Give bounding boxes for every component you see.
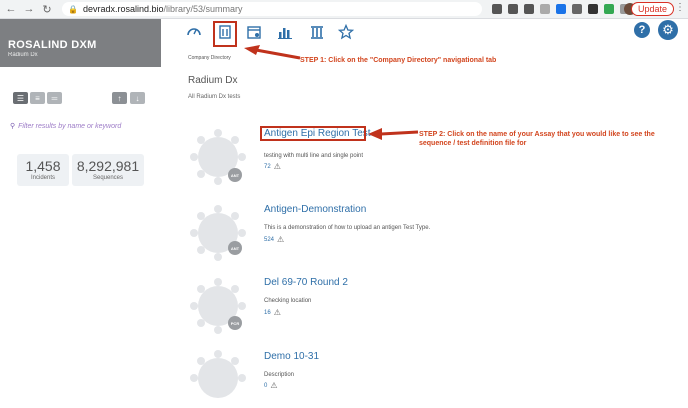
- list-view-button[interactable]: ☰: [13, 92, 28, 104]
- stat-incidents: 1,458 Incidents: [17, 154, 69, 186]
- step2-callout: STEP 2: Click on the name of your Assay …: [419, 131, 655, 148]
- gauge-icon: [187, 28, 201, 36]
- assay-type-badge: ANT: [228, 168, 242, 182]
- url-host: devradx.rosalind.bio: [82, 4, 164, 14]
- stat-incidents-value: 1,458: [25, 158, 61, 174]
- step1-arrow: [244, 45, 301, 60]
- page-title: Radium Dx: [188, 75, 238, 86]
- stat-incidents-label: Incidents: [30, 175, 55, 181]
- extension-icon-4[interactable]: [604, 4, 614, 14]
- bar-chart-icon: [278, 28, 292, 39]
- stat-sequences-value: 8,292,981: [76, 158, 140, 174]
- assay-item: Demo 10-31 Description 0 ⚠: [188, 348, 668, 398]
- charts-tab[interactable]: [276, 23, 294, 41]
- back-icon[interactable]: ←: [4, 2, 18, 16]
- lock-icon: 🔒: [68, 4, 78, 14]
- star-outline-icon: [338, 24, 354, 40]
- assay-name-highlight: [260, 126, 366, 141]
- step1-callout: STEP 1: Click on the "Company Directory"…: [300, 57, 497, 64]
- assay-count[interactable]: 524 ⚠: [264, 235, 284, 244]
- condensed-view-button[interactable]: ═: [47, 92, 62, 104]
- calendar-icon: [247, 26, 261, 39]
- more-menu-icon[interactable]: ⋮: [675, 2, 685, 13]
- assay-description: This is a demonstration of how to upload…: [264, 225, 431, 231]
- company-directory-tab[interactable]: [216, 23, 234, 41]
- assay-virus-icon: [190, 205, 246, 261]
- extension-icon-2[interactable]: [572, 4, 582, 14]
- url-path: /library/53/summary: [163, 4, 243, 14]
- assay-type-badge: PCR: [228, 316, 242, 330]
- gear-icon[interactable]: ⚙: [658, 20, 678, 40]
- assay-type-badge: ANT: [228, 241, 242, 255]
- assay-count[interactable]: 16 ⚠: [264, 308, 281, 317]
- favorites-tab[interactable]: [337, 23, 355, 41]
- sort-down-icon[interactable]: ↓: [130, 92, 145, 104]
- brand-header: ROSALIND DXM Radium Dx: [0, 19, 161, 67]
- filter-placeholder: Filter results by name or keyword: [18, 123, 122, 130]
- help-button[interactable]: ?: [634, 22, 650, 38]
- sort-up-icon[interactable]: ↑: [112, 92, 127, 104]
- zoom-icon[interactable]: [508, 4, 518, 14]
- warning-icon: ⚠: [273, 162, 281, 171]
- filter-input[interactable]: ⚲ Filter results by name or keyword: [10, 122, 160, 130]
- share-icon[interactable]: [524, 4, 534, 14]
- step2-arrow: [368, 128, 419, 140]
- view-toggle-group: ☰ ≡ ═: [13, 92, 62, 104]
- assay-description: testing with multi line and single point: [264, 153, 364, 159]
- assay-virus-icon: [190, 350, 246, 398]
- assay-count[interactable]: 0 ⚠: [264, 381, 278, 390]
- update-button[interactable]: Update: [630, 2, 674, 16]
- sort-group: ↑ ↓: [112, 92, 145, 104]
- warning-icon: ⚠: [277, 235, 285, 244]
- top-nav: ? ⚙: [161, 19, 688, 49]
- assay-description: Checking location: [264, 298, 312, 304]
- assay-name-link[interactable]: Antigen-Demonstration: [264, 204, 366, 215]
- star-icon[interactable]: [540, 4, 550, 14]
- extension-icon-3[interactable]: [588, 4, 598, 14]
- building-icon: [219, 25, 231, 39]
- library-tab[interactable]: [308, 23, 326, 41]
- stat-sequences-label: Sequences: [92, 175, 124, 181]
- extension-icon-1[interactable]: [556, 4, 566, 14]
- warning-icon: ⚠: [270, 381, 278, 390]
- stat-sequences: 8,292,981 Sequences: [72, 154, 144, 186]
- assay-description: Description: [264, 372, 295, 378]
- warning-icon: ⚠: [273, 308, 281, 317]
- reload-icon[interactable]: ↻: [40, 2, 54, 16]
- assay-name-link[interactable]: Demo 10-31: [264, 351, 319, 362]
- compact-view-button[interactable]: ≡: [30, 92, 45, 104]
- key-icon[interactable]: [492, 4, 502, 14]
- search-icon: ⚲: [10, 123, 16, 130]
- dashboard-tab[interactable]: [185, 23, 203, 41]
- forward-icon[interactable]: →: [22, 2, 36, 16]
- assay-item: PCR Del 69-70 Round 2 Checking location …: [188, 276, 668, 336]
- assay-item: ANT Antigen-Demonstration This is a demo…: [188, 203, 668, 263]
- assay-count-value: 16: [264, 309, 271, 316]
- address-bar[interactable]: 🔒 devradx.rosalind.bio/library/53/summar…: [62, 2, 482, 16]
- browser-toolbar: ← → ↻ 🔒 devradx.rosalind.bio/library/53/…: [0, 0, 688, 19]
- columns-icon: [311, 26, 323, 39]
- calendar-tab[interactable]: [245, 23, 263, 41]
- breadcrumb[interactable]: Company Directory: [188, 55, 231, 61]
- page-description: All Radium Dx tests: [188, 94, 241, 100]
- assay-name-link[interactable]: Del 69-70 Round 2: [264, 277, 348, 288]
- assay-count-value: 72: [264, 163, 271, 170]
- brand-title: ROSALIND DXM: [8, 39, 97, 51]
- assay-count[interactable]: 72 ⚠: [264, 162, 281, 171]
- assay-count-value: 524: [264, 236, 275, 243]
- brand-subtitle: Radium Dx: [8, 52, 38, 58]
